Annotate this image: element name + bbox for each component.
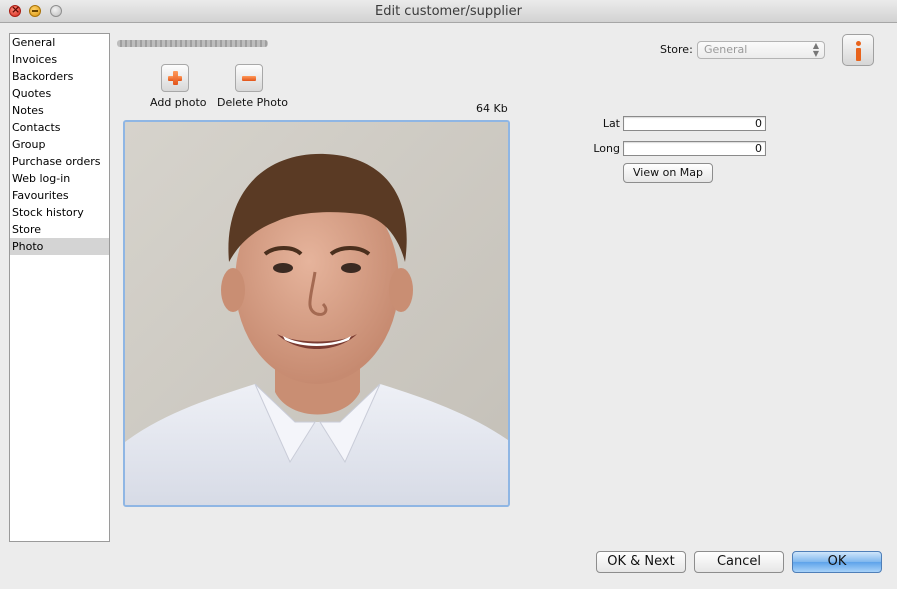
sidebar-item-store[interactable]: Store — [10, 221, 109, 238]
view-on-map-button[interactable]: View on Map — [623, 163, 713, 183]
delete-photo-label[interactable]: Delete Photo — [217, 96, 288, 109]
sidebar-item-web-log-in[interactable]: Web log-in — [10, 170, 109, 187]
title-bar: Edit customer/supplier — [0, 0, 897, 23]
sidebar-item-general[interactable]: General — [10, 34, 109, 51]
ok-next-button[interactable]: OK & Next — [596, 551, 686, 573]
delete-photo-button[interactable] — [235, 64, 263, 92]
sidebar-item-backorders[interactable]: Backorders — [10, 68, 109, 85]
customer-photo[interactable] — [123, 120, 510, 507]
ok-button[interactable]: OK — [792, 551, 882, 573]
store-label: Store: — [660, 43, 693, 56]
customer-name-redacted — [117, 40, 268, 47]
sidebar-item-favourites[interactable]: Favourites — [10, 187, 109, 204]
lat-field[interactable]: 0 — [623, 116, 766, 131]
select-arrows-icon: ▲ ▼ — [812, 41, 819, 58]
long-field[interactable]: 0 — [623, 141, 766, 156]
sidebar-item-purchase-orders[interactable]: Purchase orders — [10, 153, 109, 170]
sidebar-item-photo[interactable]: Photo — [10, 238, 109, 255]
portrait-image — [125, 122, 508, 505]
sidebar-item-stock-history[interactable]: Stock history — [10, 204, 109, 221]
sidebar-item-invoices[interactable]: Invoices — [10, 51, 109, 68]
minus-icon — [242, 76, 256, 81]
sidebar-item-notes[interactable]: Notes — [10, 102, 109, 119]
window-title: Edit customer/supplier — [375, 4, 522, 19]
long-label: Long — [593, 142, 620, 155]
lat-label: Lat — [602, 117, 620, 130]
sidebar-item-group[interactable]: Group — [10, 136, 109, 153]
store-select-value: General — [704, 43, 748, 56]
sidebar-item-contacts[interactable]: Contacts — [10, 119, 109, 136]
store-select[interactable]: General ▲ ▼ — [697, 41, 825, 59]
section-list: General Invoices Backorders Quotes Notes… — [9, 33, 110, 542]
sidebar-item-quotes[interactable]: Quotes — [10, 85, 109, 102]
photo-file-size: 64 Kb — [476, 102, 508, 115]
cancel-button[interactable]: Cancel — [694, 551, 784, 573]
add-photo-button[interactable] — [161, 64, 189, 92]
info-button[interactable] — [842, 34, 874, 66]
info-icon — [856, 41, 861, 46]
add-photo-label[interactable]: Add photo — [150, 96, 207, 109]
